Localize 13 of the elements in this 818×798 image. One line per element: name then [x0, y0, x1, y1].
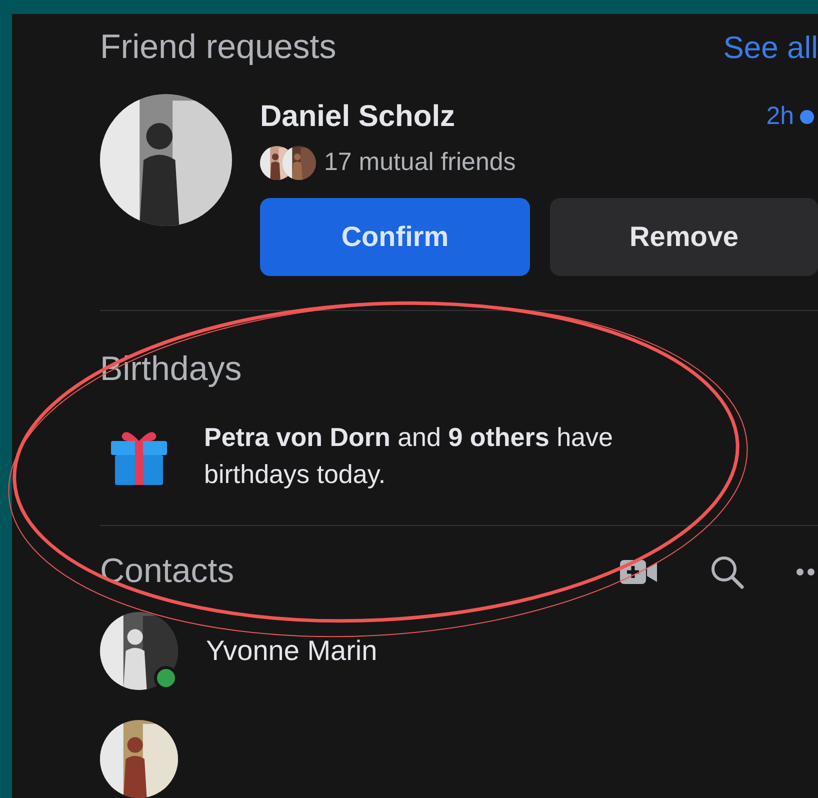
birthday-text: Petra von Dorn and 9 others have birthdays today. [204, 420, 614, 491]
section-heading: Birthdays [100, 350, 242, 390]
remove-button[interactable]: Remove [550, 198, 818, 276]
see-all-link[interactable]: See all [723, 30, 818, 66]
section-heading: Friend requests [100, 28, 336, 68]
mutual-friends: 17 mutual friends [324, 148, 516, 178]
video-add-icon[interactable] [620, 558, 658, 585]
contact-name[interactable]: Yvonne Marin [206, 635, 378, 668]
confirm-button[interactable]: Confirm [260, 198, 530, 276]
request-time: 2h [766, 102, 794, 132]
requester-name: Daniel Scholz [260, 100, 456, 134]
section-heading: Contacts [100, 552, 234, 592]
search-icon[interactable] [710, 554, 744, 589]
